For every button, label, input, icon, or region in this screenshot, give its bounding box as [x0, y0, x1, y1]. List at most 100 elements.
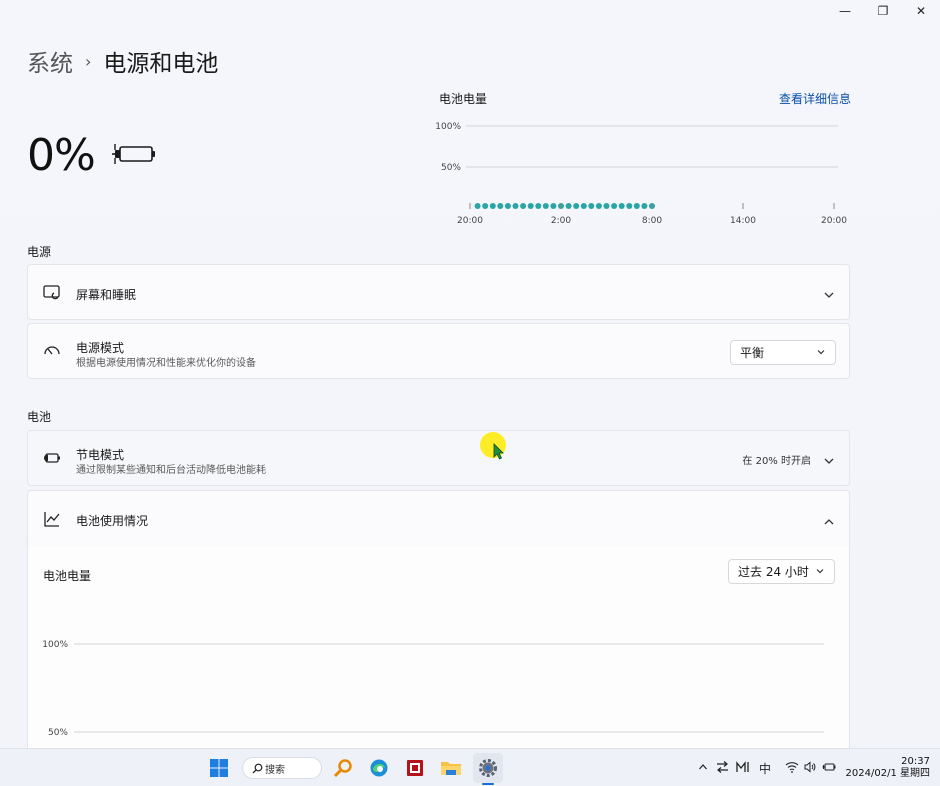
- screen-sleep-card[interactable]: 屏幕和睡眠: [27, 264, 850, 320]
- power-mode-value: 平衡: [740, 346, 765, 360]
- data-point-5: [512, 203, 519, 209]
- data-point-2: [489, 203, 496, 209]
- breadcrumb: 系统 › 电源和电池: [27, 44, 218, 78]
- system-tray: 中: [698, 749, 836, 786]
- power-mode-select[interactable]: 平衡: [730, 340, 836, 365]
- mini-chart-title: 电池电量: [439, 92, 488, 106]
- battery-percent: 0%: [27, 130, 96, 181]
- close-button[interactable]: ✕: [902, 0, 940, 22]
- battery-tray-icon[interactable]: [822, 761, 836, 776]
- x-tick-label-3: 14:00: [730, 216, 756, 226]
- gear-icon: [479, 759, 497, 777]
- swap-icon[interactable]: [716, 760, 729, 776]
- data-point-20: [626, 203, 633, 209]
- battery-saver-subtitle: 通过限制某些通知和后台活动降低电池能耗: [76, 465, 266, 476]
- data-point-9: [542, 203, 549, 209]
- volume-icon[interactable]: [804, 760, 816, 776]
- taskbar-app-red[interactable]: [402, 755, 428, 781]
- chip-app-icon: [407, 760, 423, 776]
- battery-saver-card[interactable]: 节电模式 通过限制某些通知和后台活动降低电池能耗 在 20% 时开启: [27, 430, 850, 486]
- battery-level-chart: 100% 50% 20:00 2:00 8:00 14:00 20:00: [435, 122, 847, 226]
- chevron-up-icon[interactable]: [823, 513, 835, 525]
- input-language[interactable]: 中: [759, 760, 771, 777]
- taskbar-file-explorer[interactable]: [438, 755, 464, 781]
- breadcrumb-system[interactable]: 系统: [27, 44, 73, 78]
- y-tick-50: 50%: [441, 163, 461, 173]
- screen-sleep-icon: [43, 283, 61, 301]
- taskbar-search-app[interactable]: [330, 755, 356, 781]
- x-tick-label-2: 8:00: [642, 216, 662, 226]
- taskbar-settings[interactable]: [475, 755, 501, 781]
- screen-sleep-title: 屏幕和睡眠: [76, 288, 137, 302]
- data-point-0: [474, 203, 481, 209]
- battery-usage-panel: 电池电量 过去 24 小时 100% 50%: [27, 546, 850, 748]
- clock-date: 2024/02/1 星期四: [845, 768, 930, 779]
- battery-saver-icon: [43, 449, 61, 467]
- maximize-button[interactable]: ❐: [864, 0, 902, 22]
- usage-y-tick-100: 100%: [42, 640, 68, 650]
- data-point-16: [595, 203, 602, 209]
- data-point-1: [482, 203, 489, 209]
- section-battery: 电池: [27, 410, 52, 424]
- page-title: 电源和电池: [103, 51, 219, 77]
- start-button[interactable]: [206, 755, 232, 781]
- gauge-icon: [43, 342, 61, 360]
- search-label: 搜索: [265, 764, 285, 776]
- x-tick-label-1: 2:00: [551, 216, 571, 226]
- breadcrumb-separator: ›: [85, 51, 92, 71]
- chevron-down-icon[interactable]: [823, 452, 835, 464]
- line-chart-icon: [43, 510, 61, 528]
- data-point-10: [550, 203, 557, 209]
- time-range-select[interactable]: 过去 24 小时: [728, 559, 835, 584]
- data-point-8: [535, 203, 542, 209]
- data-point-19: [618, 203, 625, 209]
- data-point-15: [588, 203, 595, 209]
- data-point-13: [573, 203, 580, 209]
- taskbar-clock[interactable]: 20:37 2024/02/1 星期四: [846, 756, 930, 780]
- chevron-down-icon: [816, 346, 826, 360]
- active-app-indicator: [482, 783, 494, 785]
- magnifier-app-icon: [333, 759, 352, 778]
- power-mode-subtitle: 根据电源使用情况和性能来优化你的设备: [76, 358, 256, 369]
- wifi-icon[interactable]: [785, 761, 799, 776]
- data-point-14: [580, 203, 587, 209]
- battery-usage-card[interactable]: 电池使用情况: [27, 490, 850, 547]
- x-tick-label-0: 20:00: [457, 216, 483, 226]
- meter-icon[interactable]: [736, 760, 750, 776]
- battery-status: 0%: [27, 130, 157, 181]
- time-range-value: 过去 24 小时: [738, 565, 809, 579]
- details-link[interactable]: 查看详细信息: [779, 90, 851, 107]
- chevron-up-icon[interactable]: [698, 762, 708, 775]
- data-point-6: [520, 203, 527, 209]
- taskbar-edge[interactable]: [366, 755, 392, 781]
- battery-usage-title: 电池使用情况: [76, 514, 149, 528]
- clock-time: 20:37: [901, 756, 930, 767]
- section-power: 电源: [27, 245, 52, 259]
- battery-saver-status: 在 20% 时开启: [742, 456, 811, 467]
- chevron-down-icon[interactable]: [823, 286, 835, 298]
- y-tick-100: 100%: [435, 122, 461, 132]
- minimize-button[interactable]: —: [826, 0, 864, 22]
- taskbar-search[interactable]: 搜索: [242, 757, 322, 779]
- taskbar: 搜索 中 20:37 2024/02/1 星期四: [0, 748, 940, 786]
- data-point-7: [527, 203, 534, 209]
- x-tick-label-4: 20:00: [821, 216, 847, 226]
- data-point-3: [497, 203, 504, 209]
- data-point-17: [603, 203, 610, 209]
- usage-chart: 100% 50%: [42, 640, 824, 738]
- power-mode-card: 电源模式 根据电源使用情况和性能来优化你的设备 平衡: [27, 323, 850, 379]
- folder-icon: [441, 762, 461, 775]
- mouse-cursor-icon: [493, 443, 504, 460]
- usage-y-tick-50: 50%: [48, 728, 68, 738]
- usage-chart-title: 电池电量: [43, 569, 92, 583]
- windows-logo-icon: [210, 759, 228, 777]
- data-point-12: [565, 203, 572, 209]
- search-icon: [252, 763, 263, 774]
- battery-plugged-icon: [111, 141, 157, 171]
- data-point-18: [611, 203, 618, 209]
- chevron-down-icon: [815, 565, 825, 579]
- window-controls: — ❐ ✕: [826, 0, 940, 22]
- data-point-21: [633, 203, 640, 209]
- edge-browser-icon: [370, 759, 388, 777]
- settings-window: — ❐ ✕ 系统 › 电源和电池 0% 电池电量 查看详细信息 100% 50%…: [0, 0, 940, 748]
